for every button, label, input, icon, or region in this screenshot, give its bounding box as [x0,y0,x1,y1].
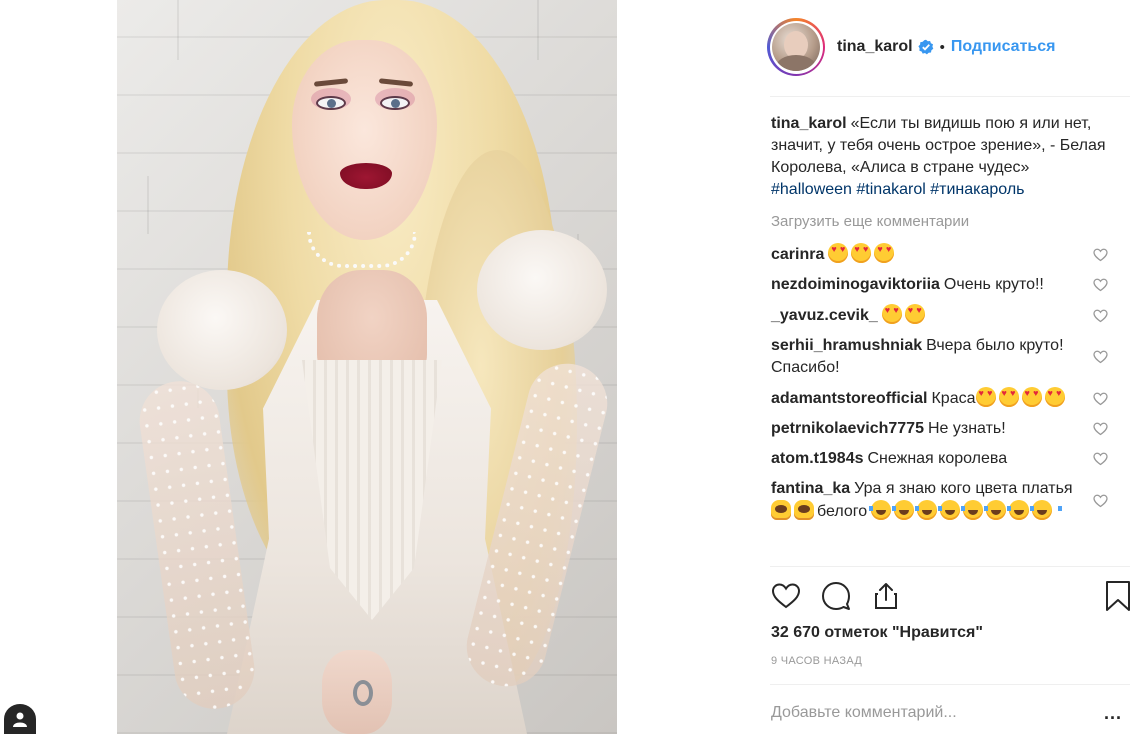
emoji-hands-icon [771,500,791,520]
person-figure [117,0,617,734]
comment-username[interactable]: nezdoiminogaviktoriia [771,276,940,293]
comment-row: atom.t1984s Снежная королева [771,444,1123,474]
share-button[interactable] [870,580,902,612]
comment-like-heart-icon[interactable] [1092,308,1109,324]
separator-dot: • [939,38,945,56]
comment-like-heart-icon[interactable] [1092,421,1109,437]
comment-rows: carinra nezdoiminogaviktoriiaОчень круто!… [771,239,1123,527]
emoji-cry-icon [984,500,1017,520]
comment-text: Не узнать! [927,420,1006,437]
emoji-love-icon [828,243,849,263]
comment-row: fantina_ka Ура я знаю кого цвета платья бе… [771,474,1123,527]
puff-sleeve-right [477,230,607,350]
likes-count[interactable]: 32 670 отметок "Нравится" [771,624,983,642]
story-ring[interactable] [767,18,825,76]
caption-username[interactable]: tina_karol [771,115,847,132]
user-tag-icon [13,712,27,727]
emoji-cry-icon [1007,500,1040,520]
add-comment-input[interactable]: Добавьте комментарий... [771,704,957,722]
comment-text: Ура я знаю кого цвета платья [854,480,1073,497]
heart-icon [771,583,801,609]
action-bar [770,580,1130,614]
comment-username[interactable]: petrnikolaevich7775 [771,420,924,437]
caption: tina_karol «Если ты видишь пою я или нет,… [771,113,1123,201]
eye-right [380,96,410,110]
eye-left [316,96,346,110]
emoji-cry-icon [1030,500,1063,520]
header-divider [770,96,1130,97]
emoji-love-icon [874,243,895,263]
author-username[interactable]: tina_karol [837,38,913,56]
follow-button[interactable]: Подписаться [951,38,1056,56]
emoji-love-icon [881,304,902,324]
emoji-cry-icon [869,500,902,520]
comment-username[interactable]: _yavuz.cevik_ [771,307,878,324]
bookmark-icon [1106,581,1130,611]
comment-like-heart-icon[interactable] [1092,451,1109,467]
comment-text: Очень круто!! [943,276,1044,293]
load-more-comments-button[interactable]: Загрузить еще комментарии [771,211,1123,233]
emoji-hands-icon [794,500,814,520]
avatar[interactable] [772,23,820,71]
hashtag[interactable]: #halloween [771,181,852,198]
comment-username[interactable]: carinra [771,246,824,263]
comment-like-heart-icon[interactable] [1092,277,1109,293]
comment-username[interactable]: fantina_ka [771,480,850,497]
comment-row: serhii_hramushniak Вчера было круто! Спас… [771,331,1123,383]
comment-username[interactable]: atom.t1984s [771,450,864,467]
user-tag-button[interactable] [4,704,36,734]
emoji-love-icon [1021,387,1042,407]
media-area [0,0,735,734]
comments-list: tina_karol «Если ты видишь пою я или нет,… [771,113,1123,527]
hashtag[interactable]: #tinakarol [856,181,925,198]
comment-row: nezdoiminogaviktoriia Очень круто!! [771,270,1123,300]
comment-row: carinra [771,239,1123,270]
comment-username[interactable]: serhii_hramushniak [771,337,922,354]
comment-like-heart-icon[interactable] [1092,247,1109,263]
comment-text: Снежная королева [867,450,1008,467]
emoji-cry-icon [915,500,948,520]
comments-divider [770,566,1130,567]
comment-row: petrnikolaevich7775 Не узнать! [771,414,1123,444]
footer-divider [770,684,1130,685]
post-timestamp[interactable]: 9 часов назад [771,655,862,667]
comment-username[interactable]: adamantstoreofficial [771,390,927,407]
comment-text: Краса [931,390,976,407]
emoji-cry-icon [892,500,925,520]
emoji-love-icon [851,243,872,263]
like-button[interactable] [770,580,802,612]
emoji-cry-icon [961,500,994,520]
comment-like-heart-icon[interactable] [1092,349,1109,365]
ring [353,680,373,706]
more-options-button[interactable]: ... [1104,703,1122,724]
comment-text: белого [817,503,868,520]
emoji-love-icon [1044,387,1065,407]
emoji-love-icon [998,387,1019,407]
emoji-love-icon [975,387,996,407]
comment-like-heart-icon[interactable] [1092,493,1109,509]
verified-badge-icon [917,39,934,55]
hashtag[interactable]: #тинакароль [930,181,1024,198]
save-button[interactable] [1102,580,1134,612]
puff-sleeve-left [157,270,287,390]
comment-button[interactable] [820,580,852,612]
comment-like-heart-icon[interactable] [1092,391,1109,407]
emoji-cry-icon [938,500,971,520]
emoji-love-icon [904,304,925,324]
post-header: tina_karol • Подписаться [767,16,1127,78]
share-icon [875,583,897,609]
comment-bubble-icon [822,582,850,610]
comment-row: _yavuz.cevik_ [771,300,1123,331]
post-photo[interactable] [117,0,617,734]
comment-row: adamantstoreofficial Краса [771,383,1123,414]
